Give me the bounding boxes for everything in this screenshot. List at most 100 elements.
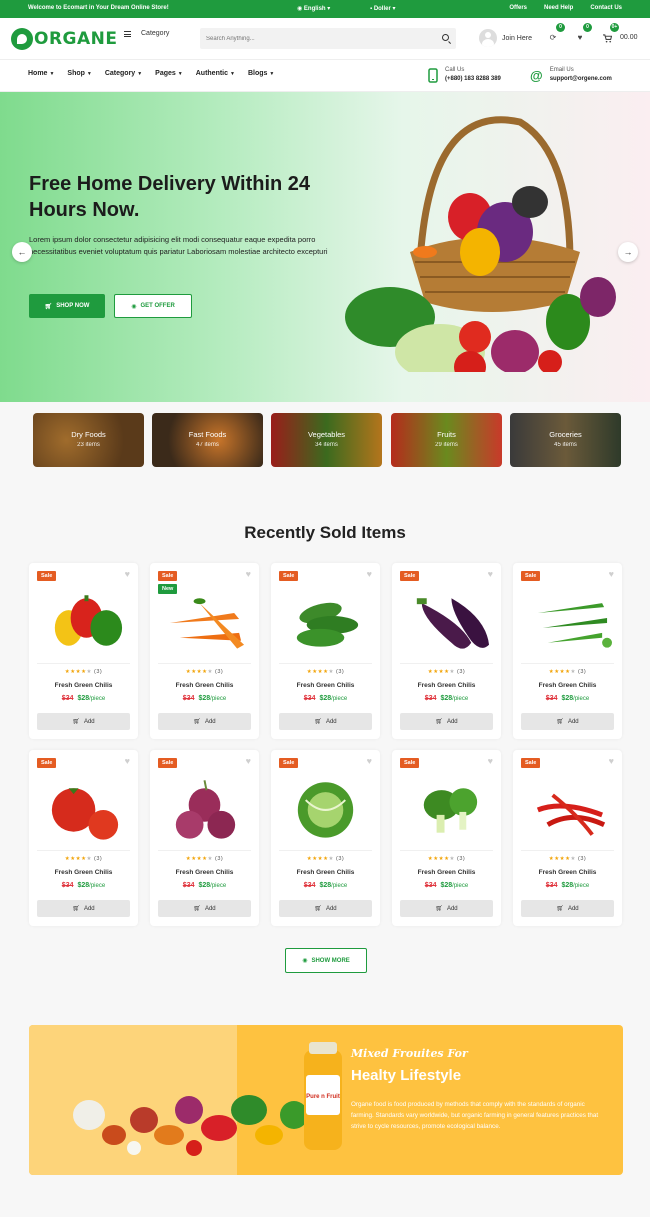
site-logo[interactable]: ORGANE — [11, 28, 118, 50]
product-card[interactable]: Sale ♥ ★★★★★ (3) Fresh Green Chilis $34 $28/p… — [513, 563, 622, 739]
heart-icon[interactable]: ♥ — [367, 569, 372, 579]
divider — [158, 850, 251, 851]
add-to-cart-button[interactable]: 🛒︎ Add — [521, 900, 614, 917]
add-to-cart-button[interactable]: 🛒︎ Add — [158, 900, 251, 917]
product-name[interactable]: Fresh Green Chilis — [513, 682, 622, 689]
heart-icon[interactable]: ♥ — [246, 569, 251, 579]
banner-title: Healty Lifestyle — [351, 1067, 462, 1084]
nav-item-blogs[interactable]: Blogs ▼ — [248, 70, 274, 77]
star-rating: ★★★★★ (3) — [271, 856, 380, 862]
product-name[interactable]: Fresh Green Chilis — [392, 869, 501, 876]
old-price: $34 — [424, 882, 437, 889]
nav-item-authentic[interactable]: Authentic ▼ — [196, 70, 235, 77]
category-card-groceries[interactable]: Groceries 45 items — [510, 413, 621, 467]
product-name[interactable]: Fresh Green Chilis — [513, 869, 622, 876]
heart-icon[interactable]: ♥ — [609, 756, 614, 766]
add-to-cart-button[interactable]: 🛒︎ Add — [521, 713, 614, 730]
call-us-info[interactable]: Call Us (+880) 183 8288 389 — [428, 66, 501, 84]
nav-item-pages[interactable]: Pages ▼ — [155, 70, 183, 77]
add-to-cart-button[interactable]: 🛒︎ Add — [279, 900, 372, 917]
product-image-cabbage[interactable] — [281, 770, 370, 840]
offers-link[interactable]: Offers — [509, 5, 527, 11]
category-count: 34 items — [315, 442, 338, 448]
product-card[interactable]: Sale ♥ ★★★★★ (3) Fresh Green Chilis $34 $28/p… — [29, 750, 138, 926]
empty-star-icon: ★ — [449, 669, 455, 675]
add-to-cart-button[interactable]: 🛒︎ Add — [279, 713, 372, 730]
email-us-info[interactable]: @ Email Us support@orgene.com — [530, 66, 612, 84]
product-card[interactable]: Sale ♥ ★★★★★ (3) Fresh Green Chilis $34 $28/p… — [29, 563, 138, 739]
product-image-okra[interactable] — [523, 583, 612, 653]
product-card[interactable]: Sale ♥ ★★★★★ (3) Fresh Green Chilis $34 $28/p… — [513, 750, 622, 926]
product-name[interactable]: Fresh Green Chilis — [271, 869, 380, 876]
hero-title: Free Home Delivery Within 24 Hours Now. — [29, 173, 311, 221]
category-card-vegetables[interactable]: Vegetables 34 items — [271, 413, 382, 467]
search-icon[interactable] — [442, 34, 449, 41]
product-card[interactable]: Sale ♥ ★★★★★ (3) Fresh Green Chilis $34 $28/p… — [392, 750, 501, 926]
heart-icon[interactable]: ♥ — [488, 756, 493, 766]
new-price: $28 — [77, 695, 90, 702]
product-card[interactable]: Sale ♥ ★★★★★ (3) Fresh Green Chilis $34 $28/p… — [392, 563, 501, 739]
star-rating: ★★★★★ (3) — [513, 856, 622, 862]
category-card-fruits[interactable]: Fruits 29 items — [391, 413, 502, 467]
wishlist-button[interactable]: ♥ 0 — [572, 23, 592, 46]
add-to-cart-button[interactable]: 🛒︎ Add — [37, 900, 130, 917]
product-name[interactable]: Fresh Green Chilis — [29, 682, 138, 689]
product-card[interactable]: Sale ♥ ★★★★★ (3) Fresh Green Chilis $34 $28/p… — [271, 563, 380, 739]
category-card-dry-foods[interactable]: Dry Foods 23 items — [33, 413, 144, 467]
product-card[interactable]: Sale ♥ ★★★★★ (3) Fresh Green Chilis $34 $28/p… — [150, 750, 259, 926]
product-name[interactable]: Fresh Green Chilis — [150, 869, 259, 876]
show-more-label: SHOW MORE — [311, 957, 350, 964]
heart-icon[interactable]: ♥ — [609, 569, 614, 579]
divider — [158, 663, 251, 664]
add-to-cart-button[interactable]: 🛒︎ Add — [400, 900, 493, 917]
product-card[interactable]: Sale New ♥ ★★★★★ (3) Fresh Green Chilis $34 $2… — [150, 563, 259, 739]
product-name[interactable]: Fresh Green Chilis — [29, 869, 138, 876]
currency-selector[interactable]: ▪ Doller ▾ — [370, 5, 396, 12]
cart-icon: 🛒︎ — [44, 303, 53, 310]
product-image-red-chilis[interactable] — [523, 770, 612, 840]
add-to-cart-button[interactable]: 🛒︎ Add — [37, 713, 130, 730]
product-image-carrots[interactable] — [160, 583, 249, 653]
need-help-link[interactable]: Need Help — [544, 5, 573, 11]
product-image-bell-peppers[interactable] — [39, 583, 128, 653]
language-selector[interactable]: ◉ English ▾ — [297, 5, 330, 12]
compare-button[interactable]: ⟳ 0 — [545, 23, 565, 46]
add-to-cart-button[interactable]: 🛒︎ Add — [158, 713, 251, 730]
heart-icon[interactable]: ♥ — [246, 756, 251, 766]
banner-script-title: Mixed Frouites For — [351, 1047, 468, 1060]
promo-banner[interactable]: Pure n Fruit Mixed Frouites For Healty L… — [29, 1025, 623, 1175]
sale-badge: Sale — [400, 758, 420, 768]
add-to-cart-button[interactable]: 🛒︎ Add — [400, 713, 493, 730]
category-card-fast-foods[interactable]: Fast Foods 47 items — [152, 413, 263, 467]
join-here-button[interactable]: Join Here — [479, 29, 532, 47]
product-card[interactable]: Sale ♥ ★★★★★ (3) Fresh Green Chilis $34 $28/p… — [271, 750, 380, 926]
heart-icon[interactable]: ♥ — [367, 756, 372, 766]
product-image-tomatoes[interactable] — [39, 770, 128, 840]
cart-button[interactable]: 0+ — [599, 23, 619, 46]
nav-item-shop[interactable]: Shop ▼ — [67, 70, 91, 77]
heart-icon[interactable]: ♥ — [488, 569, 493, 579]
product-image-red-onions[interactable] — [160, 770, 249, 840]
get-offer-button[interactable]: ◉ GET OFFER — [114, 294, 192, 318]
heart-icon[interactable]: ♥ — [125, 756, 130, 766]
leaf-logo-icon — [11, 28, 33, 50]
old-price: $34 — [303, 695, 316, 702]
search-input[interactable] — [206, 32, 426, 45]
price-unit: /piece — [210, 883, 227, 889]
category-menu-button[interactable]: Category — [124, 30, 169, 37]
product-image-cucumbers[interactable] — [281, 583, 370, 653]
shop-now-button[interactable]: 🛒︎ SHOP NOW — [29, 294, 105, 318]
heart-icon[interactable]: ♥ — [125, 569, 130, 579]
slider-prev-button[interactable]: ← — [12, 242, 32, 262]
show-more-button[interactable]: ◉ SHOW MORE — [285, 948, 367, 973]
product-image-bok-choy[interactable] — [402, 770, 491, 840]
product-name[interactable]: Fresh Green Chilis — [150, 682, 259, 689]
product-image-eggplants[interactable] — [402, 583, 491, 653]
product-name[interactable]: Fresh Green Chilis — [271, 682, 380, 689]
nav-item-category[interactable]: Category ▼ — [105, 70, 142, 77]
add-label: Add — [325, 905, 337, 912]
divider — [37, 850, 130, 851]
contact-us-link[interactable]: Contact Us — [590, 5, 622, 11]
product-name[interactable]: Fresh Green Chilis — [392, 682, 501, 689]
nav-item-home[interactable]: Home ▼ — [28, 70, 54, 77]
